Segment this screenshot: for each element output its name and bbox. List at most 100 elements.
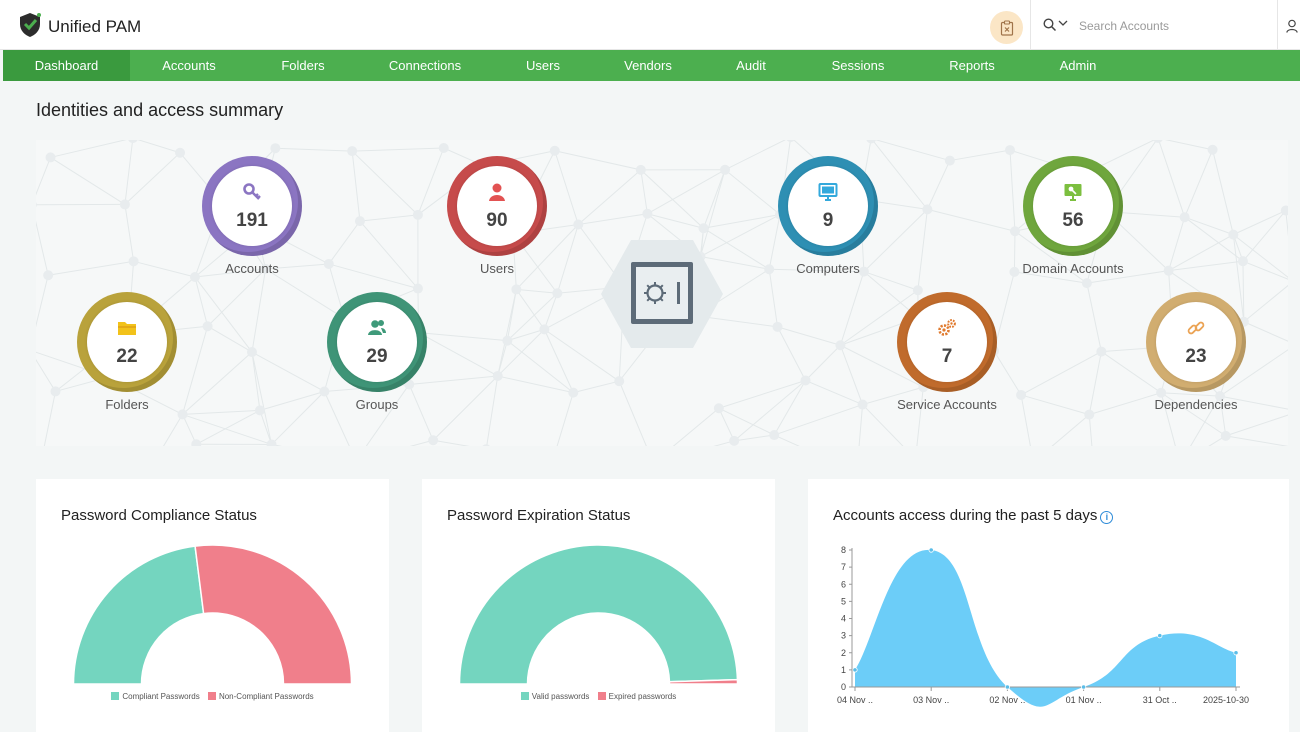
stat-dependencies[interactable]: 23 Dependencies — [1126, 292, 1266, 412]
legend-item[interactable]: Expired passwords — [597, 692, 676, 701]
stat-value: 56 — [1062, 210, 1084, 231]
mesh-node — [614, 376, 625, 387]
mesh-line — [433, 439, 470, 446]
mesh-line — [768, 269, 779, 327]
data-point[interactable] — [1233, 650, 1239, 656]
mesh-line — [672, 407, 720, 446]
mesh-line — [36, 275, 49, 328]
slice-non-compliant-passwords[interactable] — [194, 544, 353, 685]
mesh-node — [568, 387, 579, 398]
mesh-line — [858, 404, 864, 446]
tasks-button[interactable] — [990, 11, 1023, 44]
mesh-line — [48, 260, 134, 276]
nav-accounts[interactable]: Accounts — [141, 50, 237, 81]
mesh-line — [733, 380, 806, 442]
mesh-line — [1168, 260, 1244, 272]
nav-vendors[interactable]: Vendors — [603, 50, 693, 81]
page-title: Identities and access summary — [36, 100, 284, 120]
mesh-node — [246, 347, 257, 358]
legend-item[interactable]: Valid passwords — [520, 692, 589, 701]
stat-label: Groups — [355, 397, 399, 412]
search-icon[interactable] — [1043, 18, 1057, 32]
stat-label: Domain Accounts — [1022, 261, 1124, 276]
data-point[interactable] — [852, 667, 858, 673]
mesh-line — [805, 380, 863, 406]
mesh-node — [482, 444, 490, 446]
mesh-node — [128, 256, 139, 267]
mesh-line — [486, 375, 499, 446]
stat-ring: 56 — [1023, 156, 1123, 256]
mesh-line — [1020, 351, 1102, 396]
nav-reports[interactable]: Reports — [927, 50, 1017, 81]
stat-value: 191 — [236, 210, 268, 231]
mesh-line — [1158, 140, 1186, 218]
stat-accounts[interactable]: 191 Accounts — [182, 156, 322, 276]
stat-label: Folders — [105, 397, 149, 412]
y-tick-label: 0 — [841, 682, 846, 692]
data-point[interactable] — [1004, 684, 1010, 690]
gears-icon — [907, 318, 987, 343]
search-input[interactable] — [1079, 16, 1269, 36]
monitor-icon — [788, 182, 868, 207]
legend-item[interactable]: Non-Compliant Passwords — [207, 692, 314, 701]
mesh-line — [1051, 414, 1090, 446]
mesh-line — [618, 380, 647, 446]
nav-connections[interactable]: Connections — [365, 50, 485, 81]
mesh-node — [1084, 409, 1095, 420]
mesh-node — [1207, 144, 1218, 155]
vault-icon — [601, 238, 723, 355]
mesh-node — [43, 270, 54, 281]
mesh-node — [786, 140, 795, 143]
mesh-line — [50, 140, 127, 158]
mesh-node — [1096, 346, 1107, 357]
data-point[interactable] — [928, 547, 934, 553]
mesh-line — [507, 340, 574, 394]
mesh-line — [328, 220, 361, 265]
chart-legend: Valid passwords Expired passwords — [422, 692, 775, 701]
nav-admin[interactable]: Admin — [1035, 50, 1121, 81]
nav-users[interactable]: Users — [503, 50, 583, 81]
mesh-line — [556, 392, 574, 446]
nav-audit[interactable]: Audit — [713, 50, 789, 81]
y-tick-label: 3 — [841, 631, 846, 641]
data-point[interactable] — [1080, 684, 1087, 690]
link-icon — [1156, 318, 1236, 343]
nav-sessions[interactable]: Sessions — [813, 50, 903, 81]
user-icon — [457, 182, 537, 207]
mesh-line — [251, 351, 273, 445]
stat-domain-accounts[interactable]: 56 Domain Accounts — [1003, 156, 1143, 276]
user-icon[interactable] — [1286, 19, 1298, 33]
slice-compliant-passwords[interactable] — [72, 545, 205, 685]
stat-users[interactable]: 90 Users — [427, 156, 567, 276]
chevron-down-icon[interactable] — [1058, 19, 1068, 27]
y-tick-label: 1 — [841, 665, 846, 675]
mesh-line — [251, 268, 267, 353]
mesh-node — [1280, 205, 1288, 216]
stat-folders[interactable]: 22 Folders — [57, 292, 197, 412]
mesh-line — [352, 147, 444, 152]
stat-ring: 191 — [202, 156, 302, 256]
stat-value: 22 — [116, 346, 138, 367]
stat-service-accounts[interactable]: 7 Service Accounts — [877, 292, 1017, 412]
stat-groups[interactable]: 29 Groups — [307, 292, 447, 412]
mesh-node — [1016, 389, 1027, 400]
mesh-line — [1225, 435, 1288, 446]
nav-folders[interactable]: Folders — [255, 50, 351, 81]
mesh-line — [774, 404, 863, 436]
app-title: Unified PAM — [48, 17, 142, 36]
stat-label: Computers — [796, 261, 860, 276]
stat-computers[interactable]: 9 Computers — [758, 156, 898, 276]
slice-valid-passwords[interactable] — [458, 544, 739, 685]
nav-dashboard[interactable]: Dashboard — [3, 50, 130, 81]
mesh-line — [409, 439, 434, 446]
stat-label: Service Accounts — [897, 397, 997, 412]
mesh-line — [926, 160, 951, 210]
mesh-node — [202, 321, 213, 332]
mesh-line — [36, 359, 56, 392]
legend-item[interactable]: Compliant Passwords — [111, 692, 200, 701]
y-tick-label: 5 — [841, 596, 846, 606]
stat-ring: 9 — [778, 156, 878, 256]
mesh-line — [718, 408, 735, 442]
data-point[interactable] — [1157, 633, 1163, 639]
mesh-line — [1164, 140, 1213, 151]
